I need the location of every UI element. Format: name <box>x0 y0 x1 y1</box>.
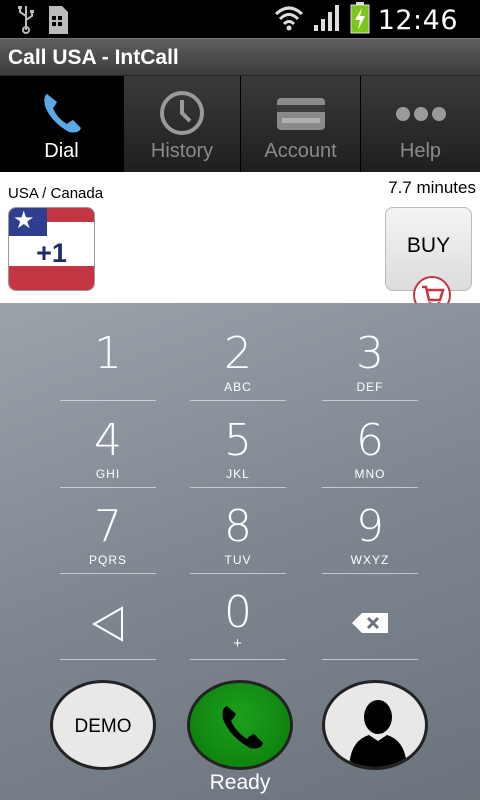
key-6[interactable]: 6 MNO <box>322 395 418 488</box>
key-2[interactable]: 2 ABC <box>190 308 286 401</box>
tab-label: History <box>150 140 214 162</box>
key-letters: PQRS <box>88 553 127 567</box>
back-triangle-icon <box>90 605 126 648</box>
key-9[interactable]: 9 WXYZ <box>322 481 418 574</box>
key-digit: 8 <box>224 501 252 552</box>
key-digit: 2 <box>224 328 252 379</box>
country-name: USA / Canada <box>8 185 104 202</box>
phone-icon <box>39 90 85 141</box>
phone-icon <box>218 703 266 756</box>
usb-icon <box>16 4 36 41</box>
wifi-icon <box>274 4 304 37</box>
tab-label: Dial <box>44 140 79 162</box>
tab-bar: Dial History Account Help <box>0 76 480 172</box>
contacts-button[interactable] <box>322 680 428 770</box>
tab-label: Account <box>264 140 337 162</box>
app-title-bar: Call USA - IntCall <box>0 38 480 76</box>
tab-help[interactable]: Help <box>361 76 480 172</box>
demo-button[interactable]: DEMO <box>50 680 156 770</box>
key-7[interactable]: 7 PQRS <box>60 481 156 574</box>
call-button[interactable] <box>187 680 293 770</box>
sdcard-icon <box>46 4 70 41</box>
key-digit: 4 <box>94 415 122 466</box>
key-digit: 9 <box>356 501 384 552</box>
status-bar: 12:46 <box>0 0 480 38</box>
key-letters: JKL <box>226 467 250 481</box>
clock-icon <box>159 90 205 141</box>
key-digit: 3 <box>356 328 384 379</box>
more-icon <box>391 90 451 139</box>
clock-time: 12:46 <box>377 5 458 36</box>
key-letters: WXYZ <box>350 553 390 567</box>
buy-button-label: BUY <box>406 234 451 257</box>
key-letters: GHI <box>95 467 121 481</box>
tab-history[interactable]: History <box>124 76 241 172</box>
key-0[interactable]: 0 + <box>190 567 286 660</box>
backspace-icon <box>350 611 390 640</box>
key-letters: + <box>233 635 243 652</box>
key-1[interactable]: 1 <box>60 308 156 401</box>
key-8[interactable]: 8 TUV <box>190 481 286 574</box>
key-digit: 7 <box>94 501 122 552</box>
key-digit: 0 <box>224 587 252 638</box>
back-key[interactable] <box>60 567 156 660</box>
call-status: Ready <box>209 771 271 794</box>
key-digit: 5 <box>224 415 252 466</box>
star-icon: ★ <box>13 207 35 234</box>
key-4[interactable]: 4 GHI <box>60 395 156 488</box>
tab-dial[interactable]: Dial <box>0 76 124 172</box>
demo-button-label: DEMO <box>74 716 132 737</box>
battery-charging-icon <box>350 2 370 39</box>
key-letters: DEF <box>356 380 384 394</box>
country-flag-button[interactable]: ★ +1 <box>8 207 95 291</box>
key-letters: MNO <box>354 467 386 481</box>
key-digit: 1 <box>94 328 122 379</box>
key-letters: TUV <box>224 553 252 567</box>
backspace-key[interactable] <box>322 567 418 660</box>
tab-account[interactable]: Account <box>241 76 361 172</box>
contact-person-icon <box>343 691 413 767</box>
tab-label: Help <box>399 140 442 162</box>
country-code: +1 <box>36 238 67 268</box>
signal-icon <box>312 3 342 38</box>
minutes-balance: 7.7 minutes <box>388 178 476 197</box>
key-3[interactable]: 3 DEF <box>322 308 418 401</box>
key-digit: 6 <box>356 415 384 466</box>
app-title: Call USA - IntCall <box>8 46 179 69</box>
key-5[interactable]: 5 JKL <box>190 395 286 488</box>
card-icon <box>275 90 327 139</box>
key-letters: ABC <box>224 380 252 394</box>
country-panel: USA / Canada ★ +1 7.7 minutes BUY <box>0 172 480 303</box>
